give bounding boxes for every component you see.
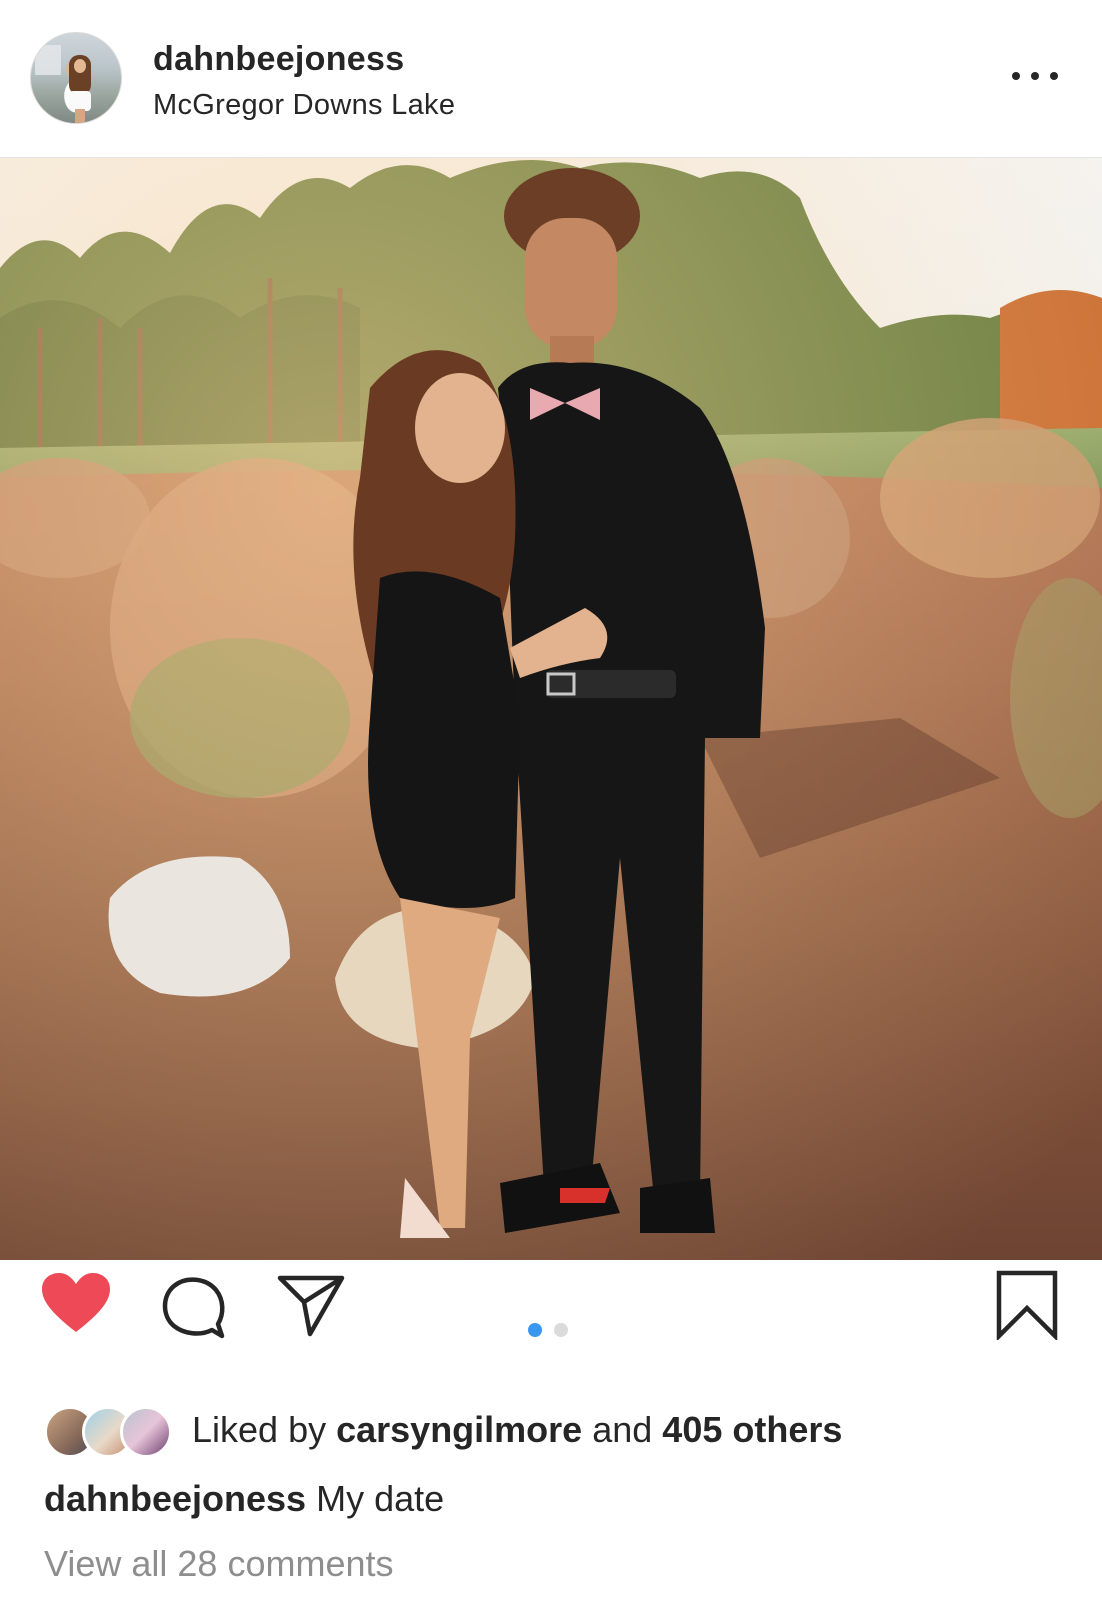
liked-by-middle: and	[582, 1409, 663, 1450]
photo-illustration	[0, 158, 1102, 1260]
view-comments-link[interactable]: View all 28 comments	[44, 1543, 394, 1585]
caption-username[interactable]: dahnbeejoness	[44, 1478, 306, 1519]
post-photo[interactable]	[0, 158, 1102, 1260]
avatar-legs	[75, 109, 85, 123]
likes-summary[interactable]: Liked by carsyngilmore and 405 others	[44, 1400, 1094, 1460]
carousel-dot-active[interactable]	[528, 1323, 542, 1337]
post-actions	[0, 1260, 1102, 1372]
carousel-dot[interactable]	[554, 1323, 568, 1337]
avatar-dress	[69, 91, 91, 111]
post-username[interactable]: dahnbeejoness	[153, 40, 404, 79]
bookmark-icon[interactable]	[996, 1270, 1058, 1342]
carousel-indicator	[528, 1323, 568, 1337]
liked-by-prefix: Liked by	[192, 1409, 337, 1450]
caption-text: My date	[316, 1478, 445, 1519]
liked-by-user[interactable]: carsyngilmore	[336, 1409, 582, 1450]
liker-avatar	[120, 1406, 172, 1458]
comment-icon[interactable]	[160, 1274, 226, 1340]
liked-by-text: Liked by carsyngilmore and 405 others	[192, 1409, 842, 1451]
heart-icon[interactable]	[40, 1272, 112, 1336]
avatar-face	[74, 59, 86, 73]
more-dot	[1012, 72, 1020, 80]
post-location[interactable]: McGregor Downs Lake	[153, 89, 455, 122]
more-dot	[1050, 72, 1058, 80]
post-caption: dahnbeejoness My date	[44, 1478, 444, 1520]
profile-avatar[interactable]	[30, 32, 122, 124]
more-dot	[1031, 72, 1039, 80]
send-icon[interactable]	[276, 1272, 346, 1338]
more-options-icon[interactable]	[1012, 66, 1058, 86]
liked-by-others[interactable]: 405 others	[662, 1409, 842, 1450]
post-header: dahnbeejoness McGregor Downs Lake	[0, 0, 1102, 158]
avatar-background-building	[35, 45, 61, 75]
